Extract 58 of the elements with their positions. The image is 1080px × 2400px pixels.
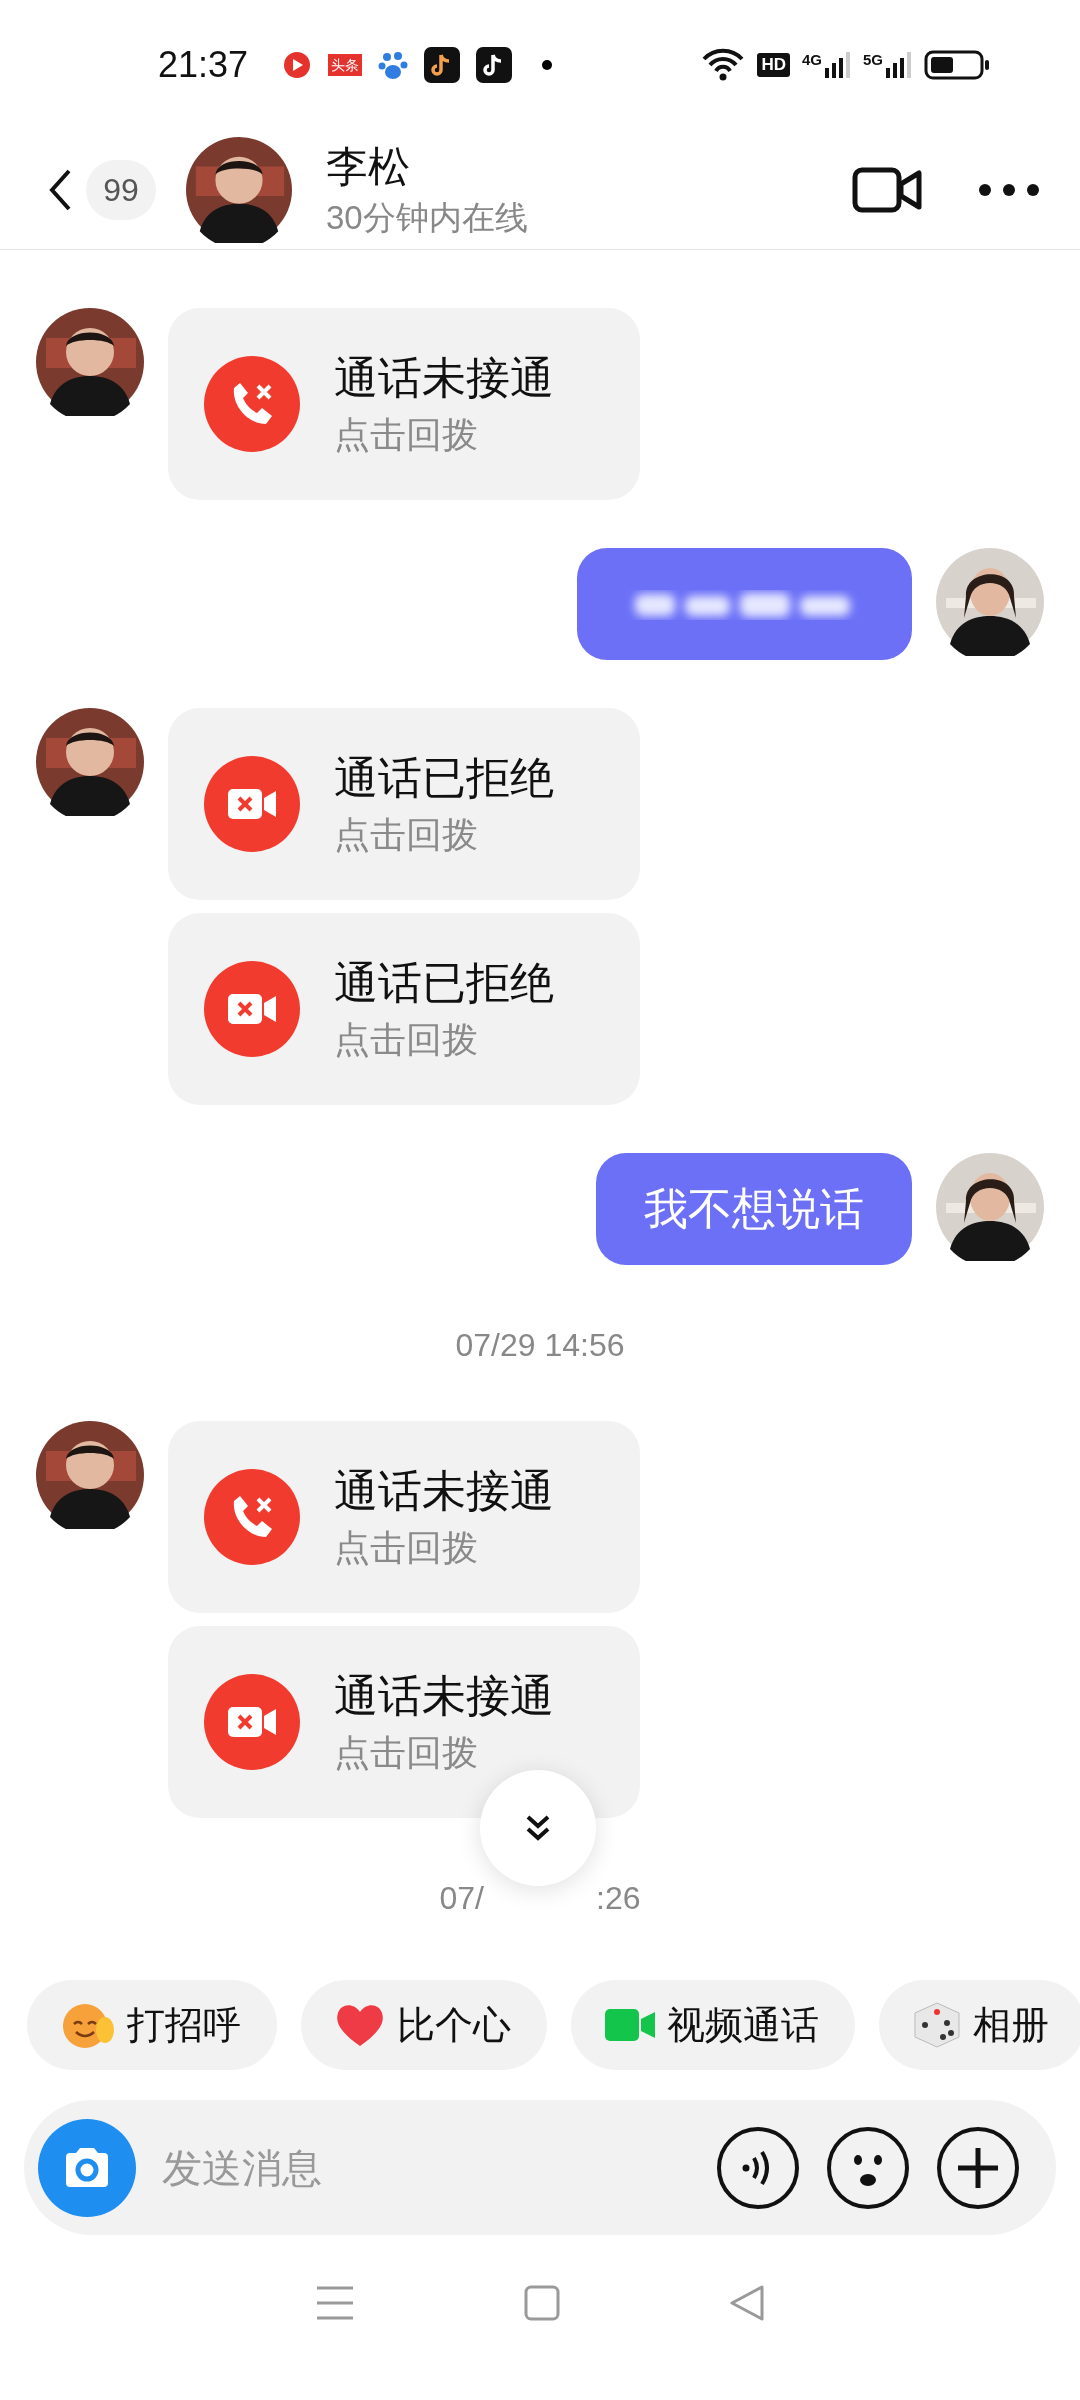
call-back-hint: 点击回拨	[334, 413, 479, 457]
voice-icon[interactable]	[716, 2125, 800, 2210]
hd-badge: HD	[757, 53, 790, 77]
emoji-icon[interactable]	[826, 2125, 910, 2210]
contact-name: 李松	[326, 141, 411, 192]
call-record-card[interactable]: 通话未接通 点击回拨	[168, 308, 640, 500]
timestamp: 07/	[439, 1879, 484, 1918]
call-record-card[interactable]: 通话已拒绝 点击回拨	[168, 913, 640, 1105]
music-note-icon	[476, 47, 513, 83]
dice-icon	[913, 2001, 961, 2049]
quick-action-chip[interactable]: 比个心	[301, 1980, 547, 2070]
video-camera-icon	[605, 2009, 655, 2041]
menu-icon[interactable]	[314, 2284, 355, 2321]
quick-action-chip[interactable]: 视频通话	[571, 1980, 855, 2070]
quick-action-chip[interactable]: 相册	[879, 1980, 1080, 2070]
call-status: 通话未接通	[334, 1465, 554, 1517]
back-icon[interactable]	[48, 167, 72, 212]
call-status: 通话未接通	[334, 352, 554, 404]
home-icon[interactable]	[524, 2284, 560, 2321]
battery-icon	[924, 50, 990, 80]
heart-icon	[335, 2002, 385, 2048]
quick-action-chip[interactable]: 打招呼	[27, 1980, 277, 2070]
message-input[interactable]: 发送消息	[162, 2137, 690, 2198]
call-record-card[interactable]: 通话未接通 点击回拨	[168, 1626, 640, 1818]
paw-icon	[378, 49, 409, 81]
online-status: 30分钟内在线	[326, 197, 528, 238]
video-call-icon	[204, 961, 300, 1057]
plus-icon[interactable]	[936, 2125, 1020, 2210]
more-icon[interactable]	[978, 182, 1040, 197]
call-status: 通话已拒绝	[334, 752, 554, 804]
video-camera-icon[interactable]	[852, 166, 922, 213]
phone-call-icon	[204, 356, 300, 452]
video-call-icon	[204, 1674, 300, 1770]
phone-call-icon	[204, 1469, 300, 1565]
more-notifications-icon	[542, 60, 553, 70]
signal-icon	[886, 52, 912, 78]
network-label: 5G	[863, 52, 883, 67]
timestamp: 07/29 14:56	[455, 1326, 625, 1365]
network-label: 4G	[801, 52, 822, 67]
call-record-card[interactable]: 通话未接通 点击回拨	[168, 1421, 640, 1613]
video-call-icon	[204, 756, 300, 852]
call-back-hint: 点击回拨	[334, 813, 479, 857]
clock: 21:37	[158, 43, 249, 87]
message-bubble: 我不想说话	[596, 1153, 912, 1265]
call-status: 通话已拒绝	[334, 957, 554, 1009]
call-status: 通话未接通	[334, 1670, 554, 1722]
music-note-icon	[424, 47, 461, 83]
app-icon: 头条	[328, 54, 363, 76]
signal-icon	[825, 52, 851, 78]
call-back-hint: 点击回拨	[334, 1731, 479, 1775]
call-back-hint: 点击回拨	[334, 1526, 479, 1570]
double-chevron-down-icon	[525, 1814, 551, 1842]
unread-badge[interactable]: 99	[86, 159, 156, 220]
call-back-hint: 点击回拨	[334, 1018, 479, 1062]
play-icon	[282, 50, 313, 80]
wifi-icon	[701, 48, 746, 82]
call-record-card[interactable]: 通话已拒绝 点击回拨	[168, 708, 640, 900]
timestamp: :26	[596, 1879, 641, 1918]
